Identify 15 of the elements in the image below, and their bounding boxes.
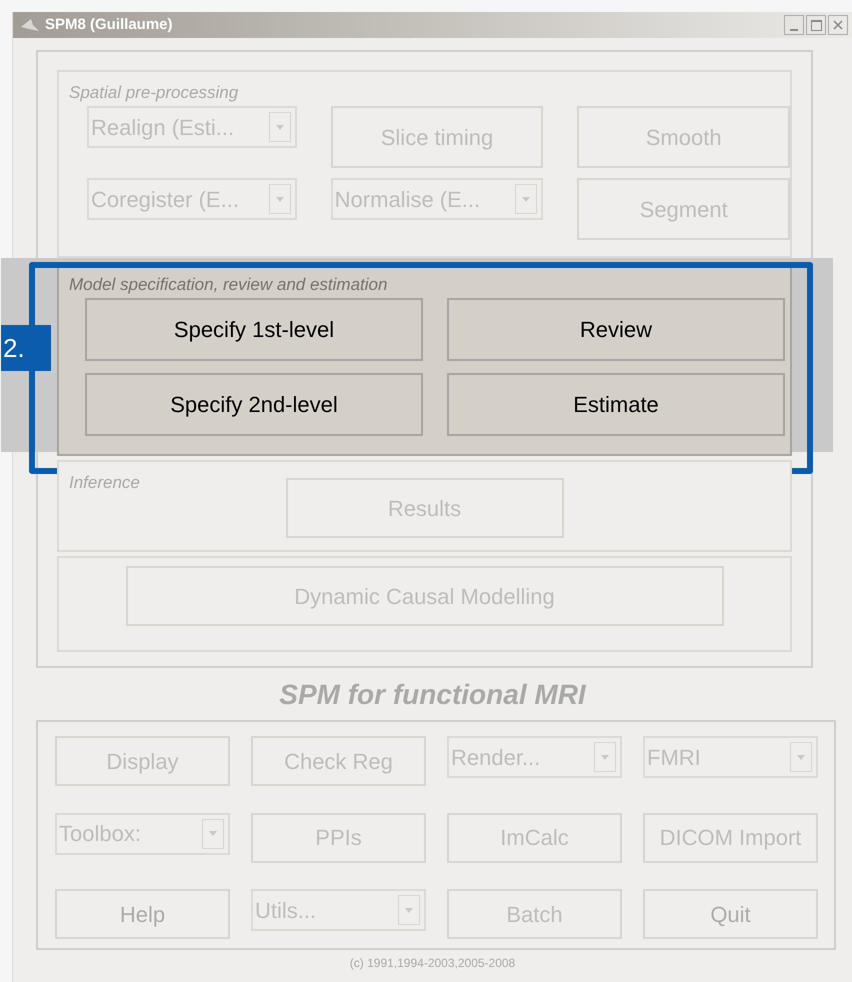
section-title: Inference	[68, 472, 141, 494]
minimize-icon[interactable]	[784, 15, 804, 35]
step-label: 2.	[1, 325, 51, 371]
button[interactable]: Review	[447, 298, 785, 361]
heading: SPM for functional MRI	[278, 678, 587, 712]
button[interactable]: Specify 2nd-level	[85, 373, 423, 436]
copyright: (c) 1991,1994-2003,2005-2008	[348, 955, 516, 972]
maximize-icon[interactable]	[806, 15, 826, 35]
window-title: SPM8 (Guillaume)	[45, 14, 173, 35]
close-icon[interactable]	[828, 15, 848, 35]
section-title: Model specification, review and estimation	[68, 274, 388, 296]
button[interactable]: Specify 1st-level	[85, 298, 423, 361]
app-icon	[19, 17, 41, 33]
button[interactable]: Estimate	[447, 373, 785, 436]
section-title: Spatial pre-processing	[68, 82, 240, 104]
